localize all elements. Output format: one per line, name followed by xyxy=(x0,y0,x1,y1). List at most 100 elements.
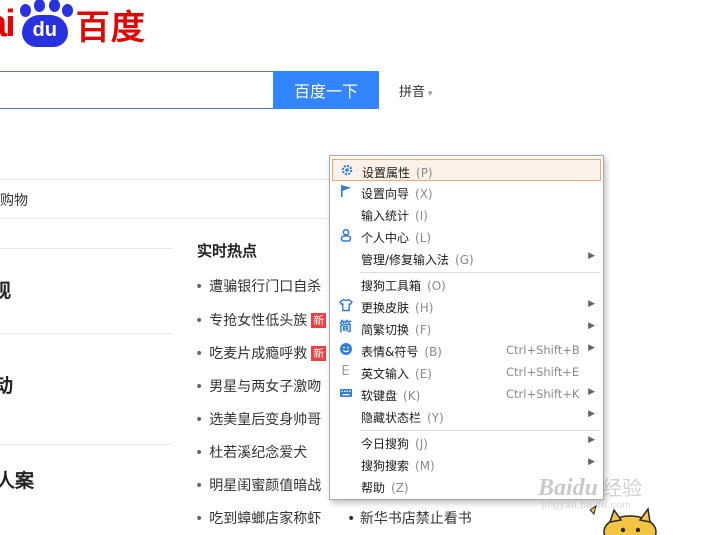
user-icon xyxy=(338,228,353,243)
new-badge: 新 xyxy=(311,346,327,361)
menu-item-label: 简繁切换 xyxy=(361,323,410,337)
hot-list-item[interactable]: • 吃到蟑螂店家称虾 xyxy=(195,508,321,528)
menu-item-key: (M) xyxy=(415,459,435,473)
logo-text-chinese: 百度 xyxy=(75,7,146,48)
menu-item-key: (E) xyxy=(415,367,432,381)
new-badge: 新 xyxy=(311,313,327,328)
flag-icon xyxy=(338,184,353,199)
menu-item-input-stats[interactable]: 输入统计 (I) xyxy=(332,203,601,225)
simplified-icon: 简 xyxy=(338,320,352,335)
menu-item-label: 今日搜狗 xyxy=(361,437,410,451)
paw-icon: du xyxy=(16,0,73,47)
hot-list-item[interactable]: • 明星闺蜜颜值暗战 xyxy=(195,475,321,495)
hot-item-text: 遭骗银行门口自杀 xyxy=(209,279,322,295)
menu-item-key: (G) xyxy=(455,253,474,267)
menu-item-label: 设置属性 xyxy=(362,166,411,180)
search-button[interactable]: 百度一下 xyxy=(273,71,379,109)
menu-item-key: (B) xyxy=(424,345,442,359)
pinyin-label: 拼音 xyxy=(399,85,426,100)
menu-item-label: 个人中心 xyxy=(361,231,410,245)
menu-item-setup-wizard[interactable]: 设置向导 (X) xyxy=(332,181,601,203)
news-heading[interactable]: 动 xyxy=(0,371,13,398)
english-icon: E xyxy=(341,364,350,379)
menu-item-key: (K) xyxy=(403,389,421,403)
hot-item-text: 杜若溪纪念爱犬 xyxy=(209,445,308,461)
divider xyxy=(0,333,172,334)
hot-list-title: 实时热点 xyxy=(197,242,258,260)
hot-item-text: 选美皇后变身帅哥 xyxy=(209,412,322,428)
menu-item-emoji-symbols[interactable]: 表情&符号 (B) Ctrl+Shift+B ▶ xyxy=(332,339,601,361)
menu-item-label: 软键盘 xyxy=(361,389,398,403)
submenu-arrow-icon: ▶ xyxy=(588,321,595,331)
menu-item-key: (F) xyxy=(415,323,432,337)
menu-item-soft-keyboard[interactable]: 软键盘 (K) Ctrl+Shift+K ▶ xyxy=(332,383,601,405)
keyboard-icon xyxy=(338,386,353,401)
hot-list-item[interactable]: • 吃麦片成瘾呼救新 xyxy=(195,343,327,363)
pinyin-dropdown[interactable]: 拼音 ▾ xyxy=(399,81,433,100)
divider xyxy=(0,179,330,180)
divider xyxy=(0,248,172,249)
submenu-arrow-icon: ▶ xyxy=(588,435,595,445)
menu-item-label: 设置向导 xyxy=(361,187,410,201)
nav-item-shopping[interactable]: 购物 xyxy=(0,190,28,210)
menu-item-settings[interactable]: 设置属性 (P) xyxy=(332,159,601,181)
logo-text-latin: ai xyxy=(0,2,16,45)
menu-item-key: (Y) xyxy=(427,411,444,425)
hot-list-item[interactable]: • 男星与两女子激吻 xyxy=(195,376,321,396)
menu-item-label: 管理/修复输入法 xyxy=(361,253,450,267)
menu-item-today-sogou[interactable]: 今日搜狗 (J) ▶ xyxy=(332,431,601,453)
menu-item-key: (L) xyxy=(415,231,432,245)
menu-item-label: 隐藏状态栏 xyxy=(361,411,422,425)
menu-item-key: (O) xyxy=(427,279,446,293)
submenu-arrow-icon: ▶ xyxy=(588,457,595,467)
submenu-arrow-icon: ▶ xyxy=(588,251,595,261)
menu-item-label: 表情&符号 xyxy=(361,345,419,359)
ime-context-menu: 设置属性 (P) 设置向导 (X) 输入统计 (I) 个人中心 (L) 管理/修复输入法… xyxy=(329,155,604,500)
menu-item-key: (J) xyxy=(415,437,428,451)
hot-list-item[interactable]: • 遭骗银行门口自杀 xyxy=(195,276,321,296)
menu-item-hide-statusbar[interactable]: 隐藏状态栏 (Y) ▶ xyxy=(332,405,601,427)
hot-item-text: 新华书店禁止看书 xyxy=(359,511,472,527)
menu-item-key: (P) xyxy=(416,166,433,180)
menu-item-label: 帮助 xyxy=(361,481,386,495)
logo-du: du xyxy=(21,15,68,47)
menu-item-key: (H) xyxy=(415,301,434,315)
divider xyxy=(0,444,172,445)
menu-item-shortcut: Ctrl+Shift+E xyxy=(506,365,580,379)
menu-item-key: (I) xyxy=(415,209,428,223)
menu-item-manage-repair[interactable]: 管理/修复输入法 (G) ▶ xyxy=(332,247,601,269)
hot-item-text: 专抢女性低头族 xyxy=(209,313,308,329)
menu-item-key: (X) xyxy=(415,187,433,201)
hot-item-text: 明星闺蜜颜值暗战 xyxy=(209,478,322,494)
menu-item-change-skin[interactable]: 更换皮肤 (H) ▶ xyxy=(332,295,601,317)
hot-list-item[interactable]: • 杜若溪纪念爱犬 xyxy=(195,442,307,462)
hot-list-item[interactable]: • 新华书店禁止看书 xyxy=(347,508,472,528)
submenu-arrow-icon: ▶ xyxy=(588,299,595,309)
hot-item-text: 男星与两女子激吻 xyxy=(209,379,322,395)
menu-item-simp-trad[interactable]: 简 简繁切换 (F) ▶ xyxy=(332,317,601,339)
search-input[interactable] xyxy=(0,71,274,109)
menu-item-toolbox[interactable]: 搜狗工具箱 (O) xyxy=(332,273,601,295)
baidu-logo[interactable]: ai du 百度 xyxy=(0,0,146,48)
shirt-icon xyxy=(338,298,353,313)
menu-item-label: 搜狗工具箱 xyxy=(361,279,422,293)
news-heading[interactable]: 人案 xyxy=(0,466,34,493)
menu-item-english-input[interactable]: E 英文输入 (E) Ctrl+Shift+E xyxy=(332,361,601,383)
hot-list-item[interactable]: • 专抢女性低头族新 xyxy=(195,310,327,330)
submenu-arrow-icon: ▶ xyxy=(588,343,595,353)
mascot-icon xyxy=(589,504,657,535)
menu-item-label: 输入统计 xyxy=(361,209,410,223)
menu-item-personal-center[interactable]: 个人中心 (L) xyxy=(332,225,601,247)
divider xyxy=(0,218,330,219)
menu-item-shortcut: Ctrl+Shift+B xyxy=(506,343,580,357)
hot-list-item[interactable]: • 选美皇后变身帅哥 xyxy=(195,409,321,429)
submenu-arrow-icon: ▶ xyxy=(588,409,595,419)
news-heading[interactable]: 观 xyxy=(0,276,11,303)
hot-item-text: 吃到蟑螂店家称虾 xyxy=(209,511,322,527)
menu-item-label: 英文输入 xyxy=(361,367,410,381)
submenu-arrow-icon: ▶ xyxy=(588,387,595,397)
smiley-icon xyxy=(338,342,353,357)
caret-down-icon: ▾ xyxy=(428,89,433,99)
gear-icon xyxy=(339,163,354,178)
menu-item-label: 更换皮肤 xyxy=(361,301,410,315)
